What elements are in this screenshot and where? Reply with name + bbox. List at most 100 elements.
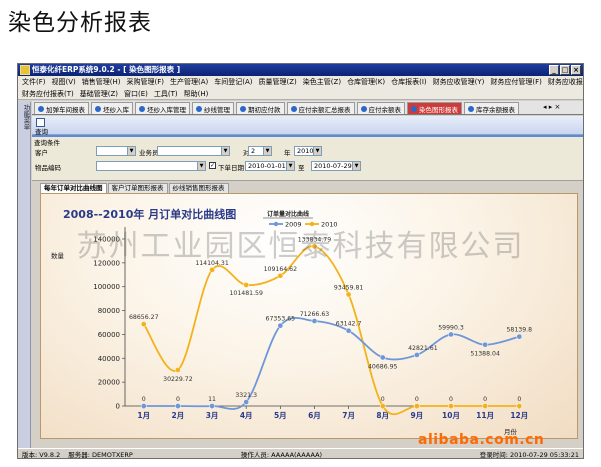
series-line-2009: [143, 317, 520, 410]
date-from-input[interactable]: 2010-01-01 ▼: [245, 161, 295, 171]
y-tick-label: 60000: [98, 331, 120, 339]
left-function-rail[interactable]: 功能菜单: [18, 102, 31, 448]
menu-item[interactable]: 销售管理(H): [82, 77, 121, 87]
query-panel: 查询条件 客户 ▼ 业务员 ▼ 对比年数 2 ▼ 年 2010 ▼ 物品编码 ▼…: [32, 137, 583, 181]
tab-item[interactable]: 加弹车间报表: [34, 102, 89, 114]
status-version: 版本: V9.8.2: [22, 451, 61, 459]
tab-label: 应付余额汇总报表: [298, 105, 351, 114]
data-point-2009: [345, 327, 352, 334]
data-point-2010: [209, 267, 215, 273]
tab-item[interactable]: 库存余额报表: [464, 102, 519, 114]
product-select[interactable]: ▼: [96, 161, 206, 171]
chevron-down-icon[interactable]: ▼: [127, 147, 135, 155]
data-label: 109164.62: [264, 266, 298, 273]
chevron-down-icon[interactable]: ▼: [352, 162, 360, 170]
data-point-2009: [243, 399, 250, 405]
status-login-time: 登录时间: 2010-07-29 05:33:21: [479, 451, 579, 459]
y-tick-label: 20000: [98, 379, 120, 387]
status-operator: 操作人员: AAAAA(AAAAA): [240, 451, 323, 459]
data-point-2010: [175, 367, 181, 373]
window-titlebar[interactable]: 恒泰化纤ERP系统9.0.2 - [ 染色图形报表 ] _ □ ×: [18, 64, 583, 76]
menu-item[interactable]: 质量管理(Z): [259, 77, 297, 87]
close-button[interactable]: ×: [571, 65, 581, 75]
chevron-down-icon[interactable]: ▼: [197, 162, 205, 170]
product-label: 物品编码: [35, 164, 61, 172]
x-tick-label: 11月: [476, 411, 494, 420]
compare-years-select[interactable]: 2 ▼: [248, 146, 272, 156]
data-point-2010: [516, 403, 523, 409]
tab-icon: [360, 105, 367, 112]
sub-tab[interactable]: 纱线销售图形报表: [168, 183, 229, 193]
x-tick-label: 3月: [206, 411, 219, 420]
data-point-2010: [140, 321, 147, 327]
x-tick-label: 4月: [240, 411, 253, 420]
menu-item[interactable]: 仓库报表(I): [391, 77, 427, 87]
tab-item[interactable]: 期初应付款: [236, 102, 285, 114]
salesman-select[interactable]: ▼: [157, 146, 230, 156]
menu-item[interactable]: 采购管理(F): [127, 77, 165, 87]
data-point-2010: [414, 403, 420, 409]
y-tick-label: 0: [116, 403, 120, 411]
maximize-button[interactable]: □: [560, 65, 570, 75]
tab-item[interactable]: 坯纱入库管理: [135, 102, 190, 114]
minimize-button[interactable]: _: [549, 65, 559, 75]
year-select[interactable]: 2010 ▼: [294, 146, 322, 156]
chevron-down-icon[interactable]: ▼: [263, 147, 271, 155]
x-tick-label: 1月: [137, 411, 150, 420]
menu-item[interactable]: 车间登记(A): [214, 77, 252, 87]
y-tick-label: 80000: [98, 307, 120, 315]
menu-item[interactable]: 财务应收管理(Y): [433, 77, 485, 87]
tab-icon: [240, 105, 246, 112]
menu-item[interactable]: 视图(V): [52, 77, 76, 87]
data-label: 71266.63: [300, 311, 330, 318]
menu-item[interactable]: 文件(F): [22, 77, 46, 87]
data-label: 59990.3: [438, 324, 464, 331]
x-tick-label: 10月: [442, 411, 460, 420]
menu-item[interactable]: 帮助(H): [184, 89, 209, 99]
alibaba-watermark: alibaba.com.cn: [418, 432, 545, 448]
customer-select[interactable]: ▼: [96, 146, 136, 156]
tab-label: 坯纱入库: [103, 105, 129, 114]
to-label: 至: [298, 164, 305, 172]
menu-item[interactable]: 工具(T): [154, 89, 178, 99]
tab-label: 期初应付款: [248, 105, 281, 114]
chevron-down-icon[interactable]: ▼: [221, 147, 229, 155]
data-label: 0: [381, 396, 385, 403]
menu-item[interactable]: 窗口(E): [124, 89, 148, 99]
order-date-label: 下单日期: [218, 164, 244, 172]
data-point-2009: [311, 318, 318, 324]
tab-item[interactable]: 应付余额表: [356, 102, 405, 114]
salesman-label: 业务员: [139, 149, 159, 157]
tab-nav-arrows[interactable]: ◂ ▸ ×: [543, 103, 581, 111]
data-point-2009: [482, 341, 489, 348]
date-to-value: 2010-07-29: [314, 162, 352, 170]
chevron-down-icon[interactable]: ▼: [313, 147, 321, 155]
menu-item[interactable]: 生产管理(A): [170, 77, 208, 87]
data-label: 42821.61: [408, 345, 438, 352]
document-tabs: 加弹车间报表 坯纱入库 坯纱入库管理 纱线管理 期初应付款 应付余额汇总报表 应付余额表 染色…: [32, 101, 583, 115]
sub-tab[interactable]: 客户订单图形报表: [107, 183, 168, 193]
menu-item[interactable]: 仓库管理(K): [347, 77, 385, 87]
tab-item[interactable]: 染色图形报表: [407, 102, 462, 114]
menu-item[interactable]: 染色主管(Z): [303, 77, 341, 87]
data-label: 51388.04: [470, 351, 500, 358]
chevron-down-icon[interactable]: ▼: [286, 162, 294, 170]
order-date-checkbox[interactable]: ✓: [209, 162, 216, 169]
menu-item[interactable]: 财务应收报表(S): [548, 77, 583, 87]
menu-item[interactable]: 财务应付报表(T): [22, 89, 74, 99]
data-label: 30229.72: [163, 376, 193, 383]
data-label: 0: [483, 396, 487, 403]
tab-item[interactable]: 纱线管理: [192, 102, 234, 114]
data-label: 0: [415, 396, 419, 403]
x-tick-label: 6月: [308, 411, 321, 420]
menu-item[interactable]: 基础管理(Z): [80, 89, 118, 99]
tab-item[interactable]: 应付余额汇总报表: [286, 102, 355, 114]
tab-item[interactable]: 坯纱入库: [91, 102, 133, 114]
menu-bar-row1: 文件(F) 视图(V) 销售管理(H) 采购管理(F) 生产管理(A) 车间登记(A) 质量…: [18, 76, 583, 88]
date-to-input[interactable]: 2010-07-29 ▼: [311, 161, 361, 171]
status-bar: 版本: V9.8.2 服务器: DEMOTXERP 操作人员: AAAAA(AA…: [18, 448, 583, 459]
menu-item[interactable]: 财务应付管理(F): [490, 77, 542, 87]
sub-tab[interactable]: 每年订单对比曲线图: [40, 183, 107, 193]
company-watermark: 苏州工业园区恒泰科技有限公司: [76, 229, 525, 264]
chart-sub-tabs: 每年订单对比曲线图 客户订单图形报表 纱线销售图形报表: [40, 183, 229, 193]
